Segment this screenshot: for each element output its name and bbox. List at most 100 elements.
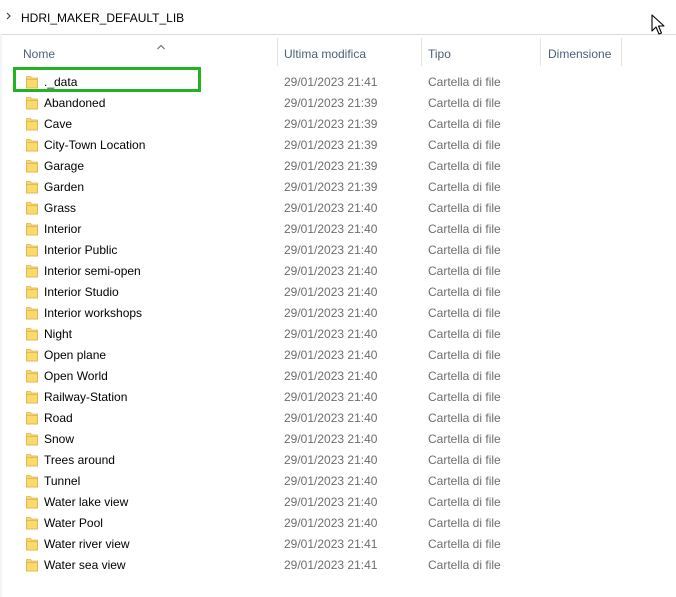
file-name: Interior	[44, 222, 82, 236]
list-item[interactable]: Water sea view 29/01/2023 21:41 Cartella d…	[0, 554, 676, 575]
file-type: Cartella di file	[428, 558, 501, 572]
file-type: Cartella di file	[428, 369, 501, 383]
folder-icon	[26, 180, 38, 194]
modified-date: 29/01/2023 21:40	[284, 243, 378, 257]
list-item[interactable]: City-Town Location 29/01/2023 21:39 Cartel…	[0, 134, 676, 155]
column-header-name-label: Nome	[23, 47, 56, 61]
file-explorer-window: HDRI_MAKER_DEFAULT_LIB Nome Ultima modif…	[0, 0, 676, 597]
list-item[interactable]: Abandoned 29/01/2023 21:39 Cartella di fil…	[0, 92, 676, 113]
file-name: Water sea view	[44, 558, 126, 572]
breadcrumb-folder[interactable]: HDRI_MAKER_DEFAULT_LIB	[21, 11, 184, 25]
folder-icon	[26, 432, 38, 446]
list-item[interactable]: Snow 29/01/2023 21:40 Cartella di file	[0, 428, 676, 449]
folder-icon	[26, 348, 38, 362]
file-name: Grass	[44, 201, 77, 215]
file-name: Open World	[44, 369, 108, 383]
list-item[interactable]: Open World 29/01/2023 21:40 Cartella di fi…	[0, 365, 676, 386]
list-item[interactable]: Water Pool 29/01/2023 21:40 Cartella di fi…	[0, 512, 676, 533]
modified-date: 29/01/2023 21:39	[284, 117, 378, 131]
file-name: Railway-Station	[44, 390, 128, 404]
file-name: Snow	[44, 432, 75, 446]
list-item[interactable]: Night 29/01/2023 21:40 Cartella di file	[0, 323, 676, 344]
list-item[interactable]: Trees around 29/01/2023 21:40 Cartella di …	[0, 449, 676, 470]
file-name: Interior Public	[44, 243, 118, 257]
file-name: Tunnel	[44, 474, 81, 488]
modified-date: 29/01/2023 21:40	[284, 369, 378, 383]
list-item[interactable]: Interior Studio 29/01/2023 21:40 Cartella …	[0, 281, 676, 302]
list-item[interactable]: Garage 29/01/2023 21:39 Cartella di file	[0, 155, 676, 176]
list-item[interactable]: Cave 29/01/2023 21:39 Cartella di file	[0, 113, 676, 134]
file-type: Cartella di file	[428, 180, 501, 194]
file-name: Interior semi-open	[44, 264, 141, 278]
file-type: Cartella di file	[428, 390, 501, 404]
column-header-type[interactable]: Tipo	[422, 38, 541, 68]
file-type: Cartella di file	[428, 264, 501, 278]
modified-date: 29/01/2023 21:39	[284, 159, 378, 173]
list-item[interactable]: Interior semi-open 29/01/2023 21:40 Cartel…	[0, 260, 676, 281]
modified-date: 29/01/2023 21:41	[284, 537, 378, 551]
file-type: Cartella di file	[428, 243, 501, 257]
list-item[interactable]: Water river view 29/01/2023 21:41 Cartella…	[0, 533, 676, 554]
file-name: ._data	[44, 75, 78, 89]
modified-date: 29/01/2023 21:40	[284, 327, 378, 341]
list-item[interactable]: ._data 29/01/2023 21:41 Cartella di file	[0, 71, 676, 92]
file-type: Cartella di file	[428, 201, 501, 215]
file-type: Cartella di file	[428, 495, 501, 509]
list-item[interactable]: Open plane 29/01/2023 21:40 Cartella di fi…	[0, 344, 676, 365]
sort-ascending-icon	[156, 38, 166, 50]
column-header-name[interactable]: Nome	[16, 38, 278, 68]
modified-date: 29/01/2023 21:40	[284, 390, 378, 404]
file-name: Open plane	[44, 348, 107, 362]
chevron-right-icon[interactable]	[4, 10, 14, 22]
folder-icon	[26, 474, 38, 488]
folder-icon	[26, 327, 38, 341]
list-item[interactable]: Road 29/01/2023 21:40 Cartella di file	[0, 407, 676, 428]
file-type: Cartella di file	[428, 117, 501, 131]
modified-date: 29/01/2023 21:40	[284, 201, 378, 215]
column-header-size[interactable]: Dimensione	[541, 38, 621, 68]
file-type: Cartella di file	[428, 432, 501, 446]
list-item[interactable]: Garden 29/01/2023 21:39 Cartella di file	[0, 176, 676, 197]
file-type: Cartella di file	[428, 411, 501, 425]
column-header-modified[interactable]: Ultima modifica	[278, 38, 422, 68]
modified-date: 29/01/2023 21:40	[284, 348, 378, 362]
list-item[interactable]: Interior workshops 29/01/2023 21:40 Cartel…	[0, 302, 676, 323]
column-divider[interactable]	[621, 38, 622, 66]
folder-icon	[26, 96, 38, 110]
folder-icon	[26, 264, 38, 278]
file-type: Cartella di file	[428, 222, 501, 236]
file-type: Cartella di file	[428, 138, 501, 152]
list-item[interactable]: Water lake view 29/01/2023 21:40 Cartella …	[0, 491, 676, 512]
folder-icon	[26, 285, 38, 299]
column-header-type-label: Tipo	[428, 47, 451, 61]
file-type: Cartella di file	[428, 75, 501, 89]
file-type: Cartella di file	[428, 348, 501, 362]
modified-date: 29/01/2023 21:40	[284, 411, 378, 425]
mouse-pointer-icon	[651, 14, 667, 36]
list-item[interactable]: Railway-Station 29/01/2023 21:40 Cartella …	[0, 386, 676, 407]
breadcrumb: HDRI_MAKER_DEFAULT_LIB	[0, 0, 676, 35]
list-item[interactable]: Grass 29/01/2023 21:40 Cartella di file	[0, 197, 676, 218]
column-header-modified-label: Ultima modifica	[284, 47, 367, 61]
folder-icon	[26, 516, 38, 530]
column-headers: Nome Ultima modifica Tipo Dimensione	[0, 38, 676, 68]
modified-date: 29/01/2023 21:39	[284, 138, 378, 152]
file-name: Night	[44, 327, 73, 341]
file-name: Water Pool	[44, 516, 103, 530]
folder-icon	[26, 75, 38, 89]
file-name: Garden	[44, 180, 85, 194]
file-name: Water lake view	[44, 495, 129, 509]
modified-date: 29/01/2023 21:40	[284, 516, 378, 530]
folder-icon	[26, 138, 38, 152]
file-name: Abandoned	[44, 96, 106, 110]
list-item[interactable]: Tunnel 29/01/2023 21:40 Cartella di file	[0, 470, 676, 491]
column-header-size-label: Dimensione	[548, 47, 612, 61]
list-item[interactable]: Interior 29/01/2023 21:40 Cartella di file	[0, 218, 676, 239]
modified-date: 29/01/2023 21:41	[284, 558, 378, 572]
file-name: Trees around	[44, 453, 115, 467]
folder-icon	[26, 201, 38, 215]
folder-icon	[26, 306, 38, 320]
modified-date: 29/01/2023 21:40	[284, 495, 378, 509]
list-item[interactable]: Interior Public 29/01/2023 21:40 Cartella …	[0, 239, 676, 260]
folder-icon	[26, 117, 38, 131]
